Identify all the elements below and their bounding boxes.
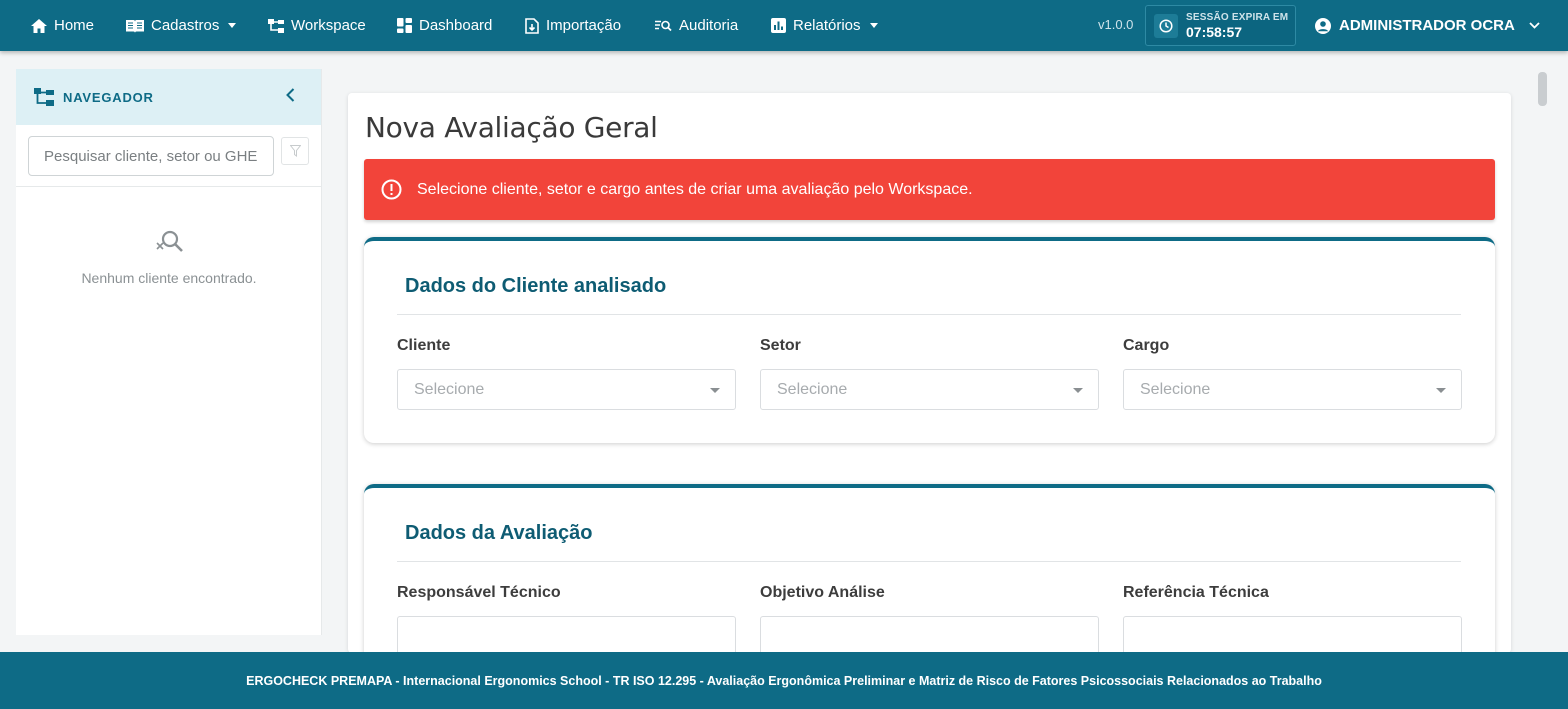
navigator-title: NAVEGADOR — [63, 89, 154, 105]
navigator-search-bar — [16, 125, 321, 187]
audit-search-icon — [655, 20, 672, 31]
user-name: ADMINISTRADOR OCRA — [1339, 17, 1515, 34]
field-label-cliente: Cliente — [397, 337, 451, 354]
clock-icon — [1154, 13, 1178, 38]
navigator-header: NAVEGADOR — [16, 69, 321, 125]
page-title: Nova Avaliação Geral — [365, 111, 658, 144]
section-title: Dados do Cliente analisado — [405, 275, 667, 297]
nav-importacao[interactable]: Importação — [525, 0, 621, 51]
nav-cadastros[interactable]: Cadastros — [126, 0, 237, 51]
empty-state: Nenhum cliente encontrado. — [16, 229, 322, 286]
app-version: v1.0.0 — [1098, 17, 1134, 32]
field-label-cargo: Cargo — [1123, 337, 1170, 354]
nav-cadastros-label: Cadastros — [151, 17, 220, 34]
error-alert: Selecione cliente, setor e cargo antes d… — [364, 159, 1495, 220]
nav-auditoria[interactable]: Auditoria — [655, 0, 738, 51]
nav-dashboard-label: Dashboard — [419, 17, 493, 34]
page-scrollbar[interactable] — [1537, 70, 1548, 635]
caret-down-icon — [1436, 388, 1446, 393]
chevron-left-icon[interactable] — [286, 88, 295, 102]
navigator-search-input[interactable] — [28, 136, 274, 176]
book-icon — [126, 19, 144, 33]
caret-down-icon — [710, 388, 720, 393]
alert-message: Selecione cliente, setor e cargo antes d… — [417, 180, 973, 198]
file-import-icon — [525, 17, 539, 34]
home-icon — [31, 18, 47, 33]
caret-down-icon — [1073, 388, 1083, 393]
session-label: SESSÃO EXPIRA EM — [1186, 11, 1289, 23]
filter-button[interactable] — [281, 137, 309, 165]
dashboard-icon — [397, 18, 412, 33]
select-placeholder: Selecione — [777, 381, 848, 398]
cargo-select[interactable]: Selecione — [1123, 369, 1462, 410]
nav-dashboard[interactable]: Dashboard — [397, 0, 492, 51]
empty-message: Nenhum cliente encontrado. — [81, 270, 257, 286]
chevron-down-icon — [1529, 22, 1540, 29]
field-label-responsavel: Responsável Técnico — [397, 584, 561, 601]
divider — [397, 561, 1461, 562]
scrollbar-thumb[interactable] — [1538, 72, 1547, 106]
session-time: 07:58:57 — [1186, 23, 1243, 40]
select-placeholder: Selecione — [414, 381, 485, 398]
navigator-sidebar: NAVEGADOR Nenhum cliente encontrado. — [16, 69, 322, 635]
objetivo-analise-input[interactable] — [760, 616, 1099, 656]
footer: ERGOCHECK PREMAPA - Internacional Ergono… — [0, 652, 1568, 709]
user-circle-icon — [1315, 17, 1331, 34]
client-data-section: Dados do Cliente analisado Cliente Selec… — [364, 237, 1495, 443]
responsavel-tecnico-input[interactable] — [397, 616, 736, 656]
footer-text: ERGOCHECK PREMAPA - Internacional Ergono… — [246, 673, 1322, 688]
nav-home[interactable]: Home — [31, 0, 94, 51]
chevron-down-icon — [228, 23, 237, 28]
nav-relatorios-label: Relatórios — [793, 17, 861, 34]
alert-circle-icon — [381, 179, 402, 200]
session-timer: SESSÃO EXPIRA EM 07:58:57 — [1145, 5, 1296, 46]
nav-workspace-label: Workspace — [291, 17, 366, 34]
user-menu[interactable]: ADMINISTRADOR OCRA — [1315, 0, 1540, 51]
cliente-select[interactable]: Selecione — [397, 369, 736, 410]
divider — [397, 314, 1461, 315]
nav-importacao-label: Importação — [546, 17, 622, 34]
nav-workspace[interactable]: Workspace — [268, 0, 366, 51]
select-placeholder: Selecione — [1140, 381, 1211, 398]
hierarchy-icon — [268, 18, 284, 33]
section-title: Dados da Avaliação — [405, 522, 593, 544]
nav-home-label: Home — [54, 17, 95, 34]
nav-auditoria-label: Auditoria — [679, 17, 739, 34]
top-navbar: Home Cadastros Workspace Dashboard Impor… — [0, 0, 1568, 51]
main-card: Nova Avaliação Geral Selecione cliente, … — [348, 93, 1511, 664]
field-label-objetivo: Objetivo Análise — [760, 584, 885, 601]
field-label-referencia: Referência Técnica — [1123, 584, 1269, 601]
filter-icon — [289, 145, 301, 157]
chart-icon — [771, 18, 786, 33]
chevron-down-icon — [869, 23, 878, 28]
hierarchy-icon — [34, 87, 54, 106]
setor-select[interactable]: Selecione — [760, 369, 1099, 410]
nav-relatorios[interactable]: Relatórios — [771, 0, 878, 51]
search-not-found-icon — [156, 230, 183, 252]
referencia-tecnica-input[interactable] — [1123, 616, 1462, 656]
field-label-setor: Setor — [760, 337, 801, 354]
evaluation-data-section: Dados da Avaliação Responsável Técnico O… — [364, 484, 1495, 664]
